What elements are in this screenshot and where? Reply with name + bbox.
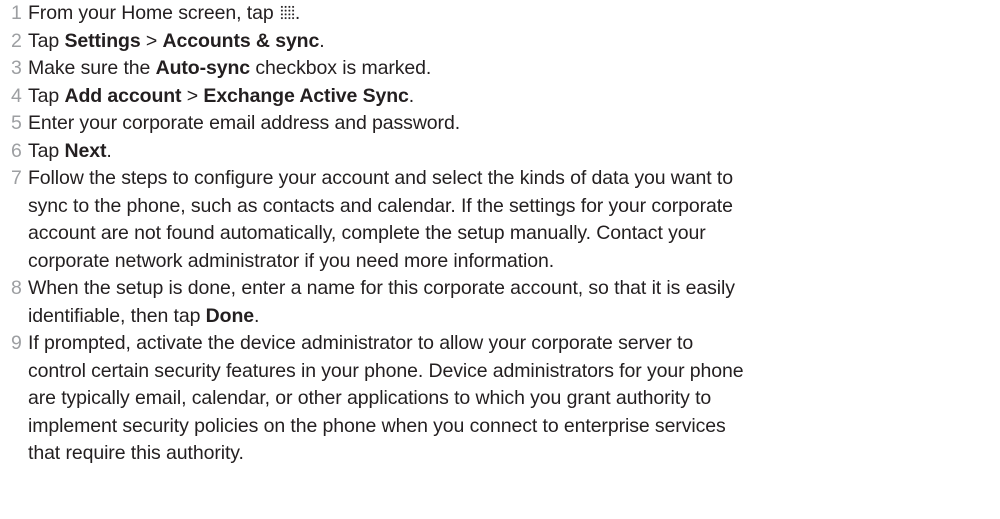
step-item: 8 When the setup is done, enter a name fo… [0,275,1000,330]
step-number: 9 [11,332,22,354]
step-text: implement security policies on the phone… [28,414,726,437]
step-item: 1 From your Home screen, tap . [0,0,1000,28]
step-text-line: corporate network administrator if you n… [28,248,1000,276]
step-number: 8 [11,277,22,299]
ui-term: Next [64,139,107,162]
app-grid-icon [279,5,295,20]
step-text-line: Make sure the Auto-sync checkbox is mark… [28,55,1000,83]
step-text-line: that require this authority. [28,440,1000,468]
step-item: 4 Tap Add account > Exchange Active Sync. [0,83,1000,111]
step-text-line: Tap Add account > Exchange Active Sync. [28,83,1000,111]
step-text-line: sync to the phone, such as contacts and … [28,193,1000,221]
step-text: . [294,2,301,24]
step-text: Enter your corporate email address and p… [28,112,461,134]
step-text: If prompted, activate the device adminis… [28,332,694,354]
step-text-line: Tap Settings > Accounts & sync. [28,28,1000,56]
ui-term: Accounts & sync [162,29,320,52]
step-text: When the setup is done, enter a name for… [28,277,735,299]
step-text: Tap [28,139,65,162]
ui-term: Auto-sync [155,57,251,79]
step-text: . [254,304,260,327]
step-text: control certain security features in you… [28,359,744,382]
instruction-steps: 1 From your Home screen, tap . 2 Tap Settin… [0,0,1000,468]
step-text-line: From your Home screen, tap . [28,0,1000,28]
step-text-line: Enter your corporate email address and p… [28,110,1000,138]
step-text-line: If prompted, activate the device adminis… [28,330,1000,358]
ui-term: Exchange Active Sync [203,84,409,107]
step-number: 2 [11,29,22,52]
step-text-line: implement security policies on the phone… [28,413,1000,441]
step-text-line: account are not found automatically, com… [28,220,1000,248]
step-text-line: are typically email, calendar, or other … [28,385,1000,413]
step-number: 4 [11,84,22,107]
step-text-line: Follow the steps to configure your accou… [28,165,1000,193]
step-text: corporate network administrator if you n… [28,249,555,272]
step-text: account are not found automatically, com… [28,222,706,244]
step-number: 5 [11,112,22,134]
step-item: 5 Enter your corporate email address and … [0,110,1000,138]
step-text: that require this authority. [28,442,244,464]
step-item: 9 If prompted, activate the device admini… [0,330,1000,468]
step-text: . [106,139,112,162]
step-item: 7 Follow the steps to configure your acco… [0,165,1000,275]
ui-term: Done [205,304,255,327]
step-number: 6 [11,139,22,162]
step-text-line: Tap Next. [28,138,1000,166]
step-text: Tap [28,84,65,107]
step-text: are typically email, calendar, or other … [28,387,712,409]
step-text-line: When the setup is done, enter a name for… [28,275,1000,303]
step-text: > [181,84,204,107]
step-text: . [319,29,325,52]
step-number: 3 [11,57,22,79]
step-text: sync to the phone, such as contacts and … [28,194,733,217]
step-text: checkbox is marked. [250,57,432,79]
ui-term: Add account [64,84,182,107]
step-text: Make sure the [28,57,156,79]
ui-term: Settings [64,29,141,52]
step-text: identifiable, then tap [28,304,206,327]
step-text: Follow the steps to configure your accou… [28,167,733,189]
step-item: 3 Make sure the Auto-sync checkbox is mar… [0,55,1000,83]
step-text: > [140,29,163,52]
step-text: . [408,84,415,107]
step-text-line: control certain security features in you… [28,358,1000,386]
step-text-line: identifiable, then tap Done. [28,303,1000,331]
step-item: 2 Tap Settings > Accounts & sync. [0,28,1000,56]
step-number: 7 [11,167,22,189]
step-number: 1 [11,2,22,24]
step-item: 6 Tap Next. [0,138,1000,166]
step-text: Tap [28,29,65,52]
step-text: From your Home screen, tap [28,2,279,24]
